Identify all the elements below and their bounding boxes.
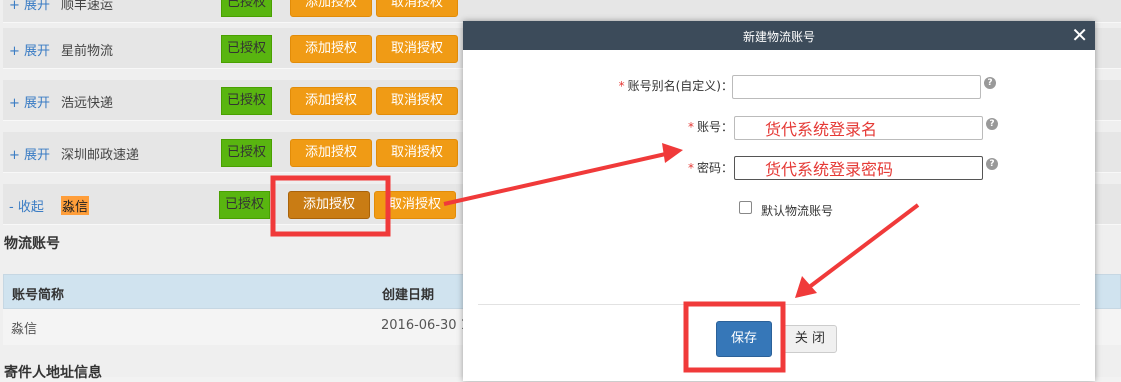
annotation-arrow (806, 203, 920, 290)
highlight-box (683, 301, 786, 373)
annotation-overlay (270, 143, 920, 373)
annotation-arrow (443, 151, 671, 206)
arrow-head (662, 143, 683, 163)
highlight-box (270, 175, 391, 237)
arrow-head (795, 276, 817, 298)
